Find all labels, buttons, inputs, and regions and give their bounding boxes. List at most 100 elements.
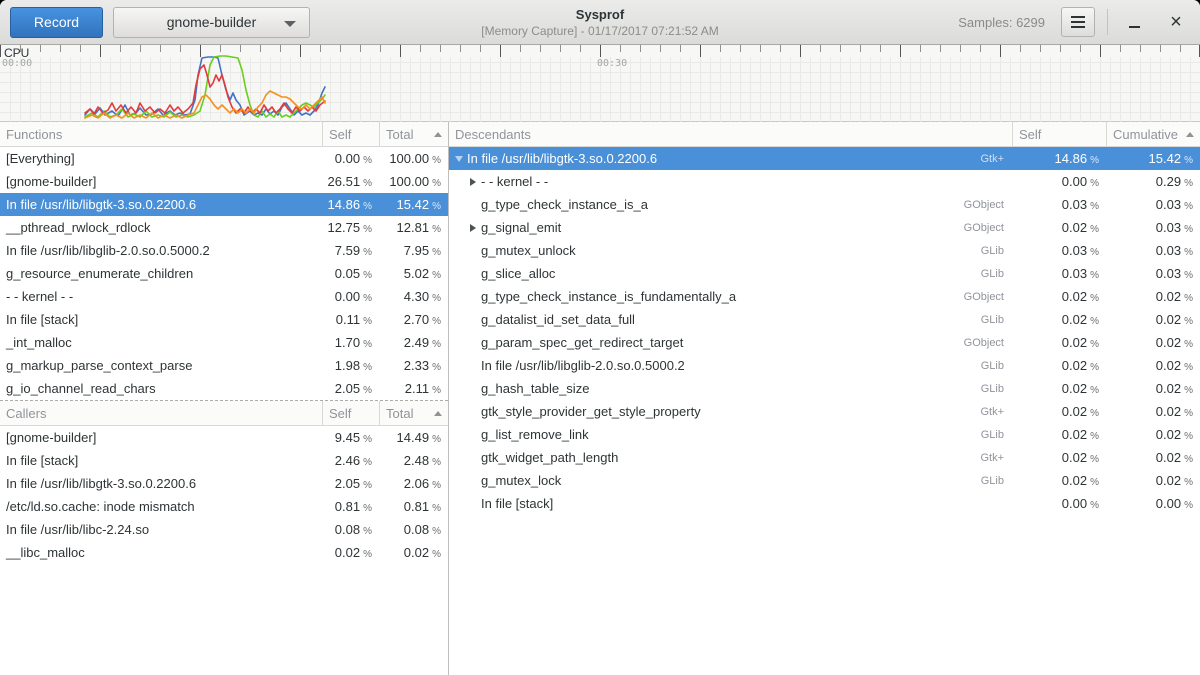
function-name-cell: In file /usr/lib/libglib-2.0.so.0.5000.2 <box>0 243 322 258</box>
tree-row[interactable]: g_hash_table_sizeGLib0.02%0.02% <box>449 377 1200 400</box>
percent-sign: % <box>1184 454 1193 465</box>
self-value: 9.45% <box>322 430 379 445</box>
window-title: Sysprof <box>576 7 624 22</box>
total-value: 7.95% <box>379 243 448 258</box>
function-name: In file [stack] <box>6 312 78 327</box>
record-button[interactable]: Record <box>10 7 103 38</box>
percent-sign: % <box>432 526 441 537</box>
self-value: 26.51% <box>322 174 379 189</box>
callers-table: [gnome-builder]9.45%14.49%In file [stack… <box>0 426 448 564</box>
tree-row[interactable]: gtk_style_provider_get_style_propertyGtk… <box>449 400 1200 423</box>
descendant-name: In file /usr/lib/libglib-2.0.so.0.5000.2 <box>481 358 685 373</box>
tree-row[interactable]: g_param_spec_get_redirect_target GObject 0… <box>449 331 1200 354</box>
functions-total-column-header[interactable]: Total <box>379 122 448 146</box>
cumulative-value: 0.02% <box>1106 427 1200 442</box>
table-row[interactable]: _int_malloc1.70%2.49% <box>0 331 448 354</box>
header-separator <box>1107 9 1108 35</box>
percent-sign: % <box>1184 224 1193 235</box>
self-value-number: 0.00 <box>1062 496 1087 511</box>
tree-row[interactable]: g_list_remove_linkGLib0.02%0.02% <box>449 423 1200 446</box>
cumulative-value-number: 0.02 <box>1156 312 1181 327</box>
table-row[interactable]: __pthread_rwlock_rdlock12.75%12.81% <box>0 216 448 239</box>
table-row[interactable]: In file [stack]0.11%2.70% <box>0 308 448 331</box>
descendants-self-column-header[interactable]: Self <box>1012 122 1106 146</box>
cpu-graph[interactable]: CPU 00:00 00:30 <box>0 45 1200 122</box>
function-name: g_io_channel_read_chars <box>6 381 156 396</box>
close-button[interactable]: × <box>1162 7 1190 37</box>
table-row[interactable]: g_markup_parse_context_parse1.98%2.33% <box>0 354 448 377</box>
table-row[interactable]: In file /usr/lib/libglib-2.0.so.0.5000.2… <box>0 239 448 262</box>
function-name: [Everything] <box>6 151 75 166</box>
table-row[interactable]: /etc/ld.so.cache: inode mismatch0.81%0.8… <box>0 495 448 518</box>
descendant-name-cell: g_param_spec_get_redirect_target GObject <box>449 335 1012 350</box>
expander-open-icon[interactable] <box>453 156 465 162</box>
descendant-name: g_param_spec_get_redirect_target <box>481 335 683 350</box>
percent-sign: % <box>432 224 441 235</box>
menu-button[interactable] <box>1061 7 1095 37</box>
table-row[interactable]: [gnome-builder]9.45%14.49% <box>0 426 448 449</box>
cumulative-value-number: 0.02 <box>1156 335 1181 350</box>
tree-row[interactable]: g_datalist_id_set_data_fullGLib0.02%0.02… <box>449 308 1200 331</box>
percent-sign: % <box>1184 201 1193 212</box>
table-row[interactable]: g_io_channel_read_chars2.05%2.11% <box>0 377 448 400</box>
tree-row[interactable]: In file /usr/lib/libgtk-3.so.0.2200.6Gtk… <box>449 147 1200 170</box>
functions-self-column-header[interactable]: Self <box>322 122 379 146</box>
tree-row[interactable]: In file /usr/lib/libglib-2.0.so.0.5000.2… <box>449 354 1200 377</box>
total-value: 0.02% <box>379 545 448 560</box>
descendants-cumulative-column-header[interactable]: Cumulative <box>1106 122 1200 146</box>
tree-row[interactable]: gtk_widget_path_lengthGtk+0.02%0.02% <box>449 446 1200 469</box>
library-tag: GLib <box>981 360 1012 372</box>
table-row[interactable]: In file /usr/lib/libgtk-3.so.0.2200.614.… <box>0 193 448 216</box>
expander-closed-icon[interactable] <box>467 178 479 186</box>
self-value-number: 7.59 <box>335 243 360 258</box>
descendant-name: g_mutex_lock <box>481 473 561 488</box>
self-value-number: 0.81 <box>335 499 360 514</box>
percent-sign: % <box>432 201 441 212</box>
tree-row[interactable]: g_slice_allocGLib0.03%0.03% <box>449 262 1200 285</box>
tree-row[interactable]: g_signal_emitGObject0.02%0.03% <box>449 216 1200 239</box>
total-value: 2.11% <box>379 381 448 396</box>
function-name-cell: In file /usr/lib/libc-2.24.so <box>0 522 322 537</box>
percent-sign: % <box>1184 431 1193 442</box>
descendants-column-header[interactable]: Descendants <box>449 122 1012 146</box>
functions-table: [Everything]0.00%100.00%[gnome-builder]2… <box>0 147 448 400</box>
tree-row[interactable]: g_mutex_lockGLib0.02%0.02% <box>449 469 1200 492</box>
self-value: 0.03% <box>1012 197 1106 212</box>
self-value: 1.70% <box>322 335 379 350</box>
cumulative-value-number: 0.02 <box>1156 289 1181 304</box>
library-tag: GObject <box>964 337 1012 349</box>
callers-column-header[interactable]: Callers <box>0 401 322 425</box>
callers-self-column-header[interactable]: Self <box>322 401 379 425</box>
descendant-name-cell: g_datalist_id_set_data_fullGLib <box>449 312 1012 327</box>
table-row[interactable]: __libc_malloc0.02%0.02% <box>0 541 448 564</box>
cumulative-value: 0.02% <box>1106 404 1200 419</box>
table-row[interactable]: - - kernel - -0.00%4.30% <box>0 285 448 308</box>
percent-sign: % <box>363 155 372 166</box>
self-value-number: 0.02 <box>1062 381 1087 396</box>
cumulative-value: 0.03% <box>1106 197 1200 212</box>
percent-sign: % <box>432 549 441 560</box>
table-row[interactable]: In file /usr/lib/libc-2.24.so0.08%0.08% <box>0 518 448 541</box>
table-row[interactable]: In file [stack]2.46%2.48% <box>0 449 448 472</box>
table-row[interactable]: [gnome-builder]26.51%100.00% <box>0 170 448 193</box>
tree-row[interactable]: g_mutex_unlockGLib0.03%0.03% <box>449 239 1200 262</box>
minimize-button[interactable] <box>1120 7 1148 37</box>
table-row[interactable]: g_resource_enumerate_children0.05%5.02% <box>0 262 448 285</box>
percent-sign: % <box>432 457 441 468</box>
tree-row[interactable]: In file [stack]0.00%0.00% <box>449 492 1200 515</box>
expander-closed-icon[interactable] <box>467 224 479 232</box>
tree-row[interactable]: - - kernel - -0.00%0.29% <box>449 170 1200 193</box>
table-row[interactable]: In file /usr/lib/libgtk-3.so.0.2200.62.0… <box>0 472 448 495</box>
process-selector-dropdown[interactable]: gnome-builder <box>113 7 310 38</box>
table-row[interactable]: [Everything]0.00%100.00% <box>0 147 448 170</box>
total-value: 14.49% <box>379 430 448 445</box>
tree-row[interactable]: g_type_check_instance_is_fundamentally_a… <box>449 285 1200 308</box>
cumulative-value-number: 0.03 <box>1156 220 1181 235</box>
percent-sign: % <box>363 549 372 560</box>
percent-sign: % <box>432 316 441 327</box>
functions-column-header[interactable]: Functions <box>0 122 322 146</box>
callers-total-column-header[interactable]: Total <box>379 401 448 425</box>
percent-sign: % <box>1090 385 1099 396</box>
tree-row[interactable]: g_type_check_instance_is_aGObject0.03%0.… <box>449 193 1200 216</box>
percent-sign: % <box>1090 339 1099 350</box>
